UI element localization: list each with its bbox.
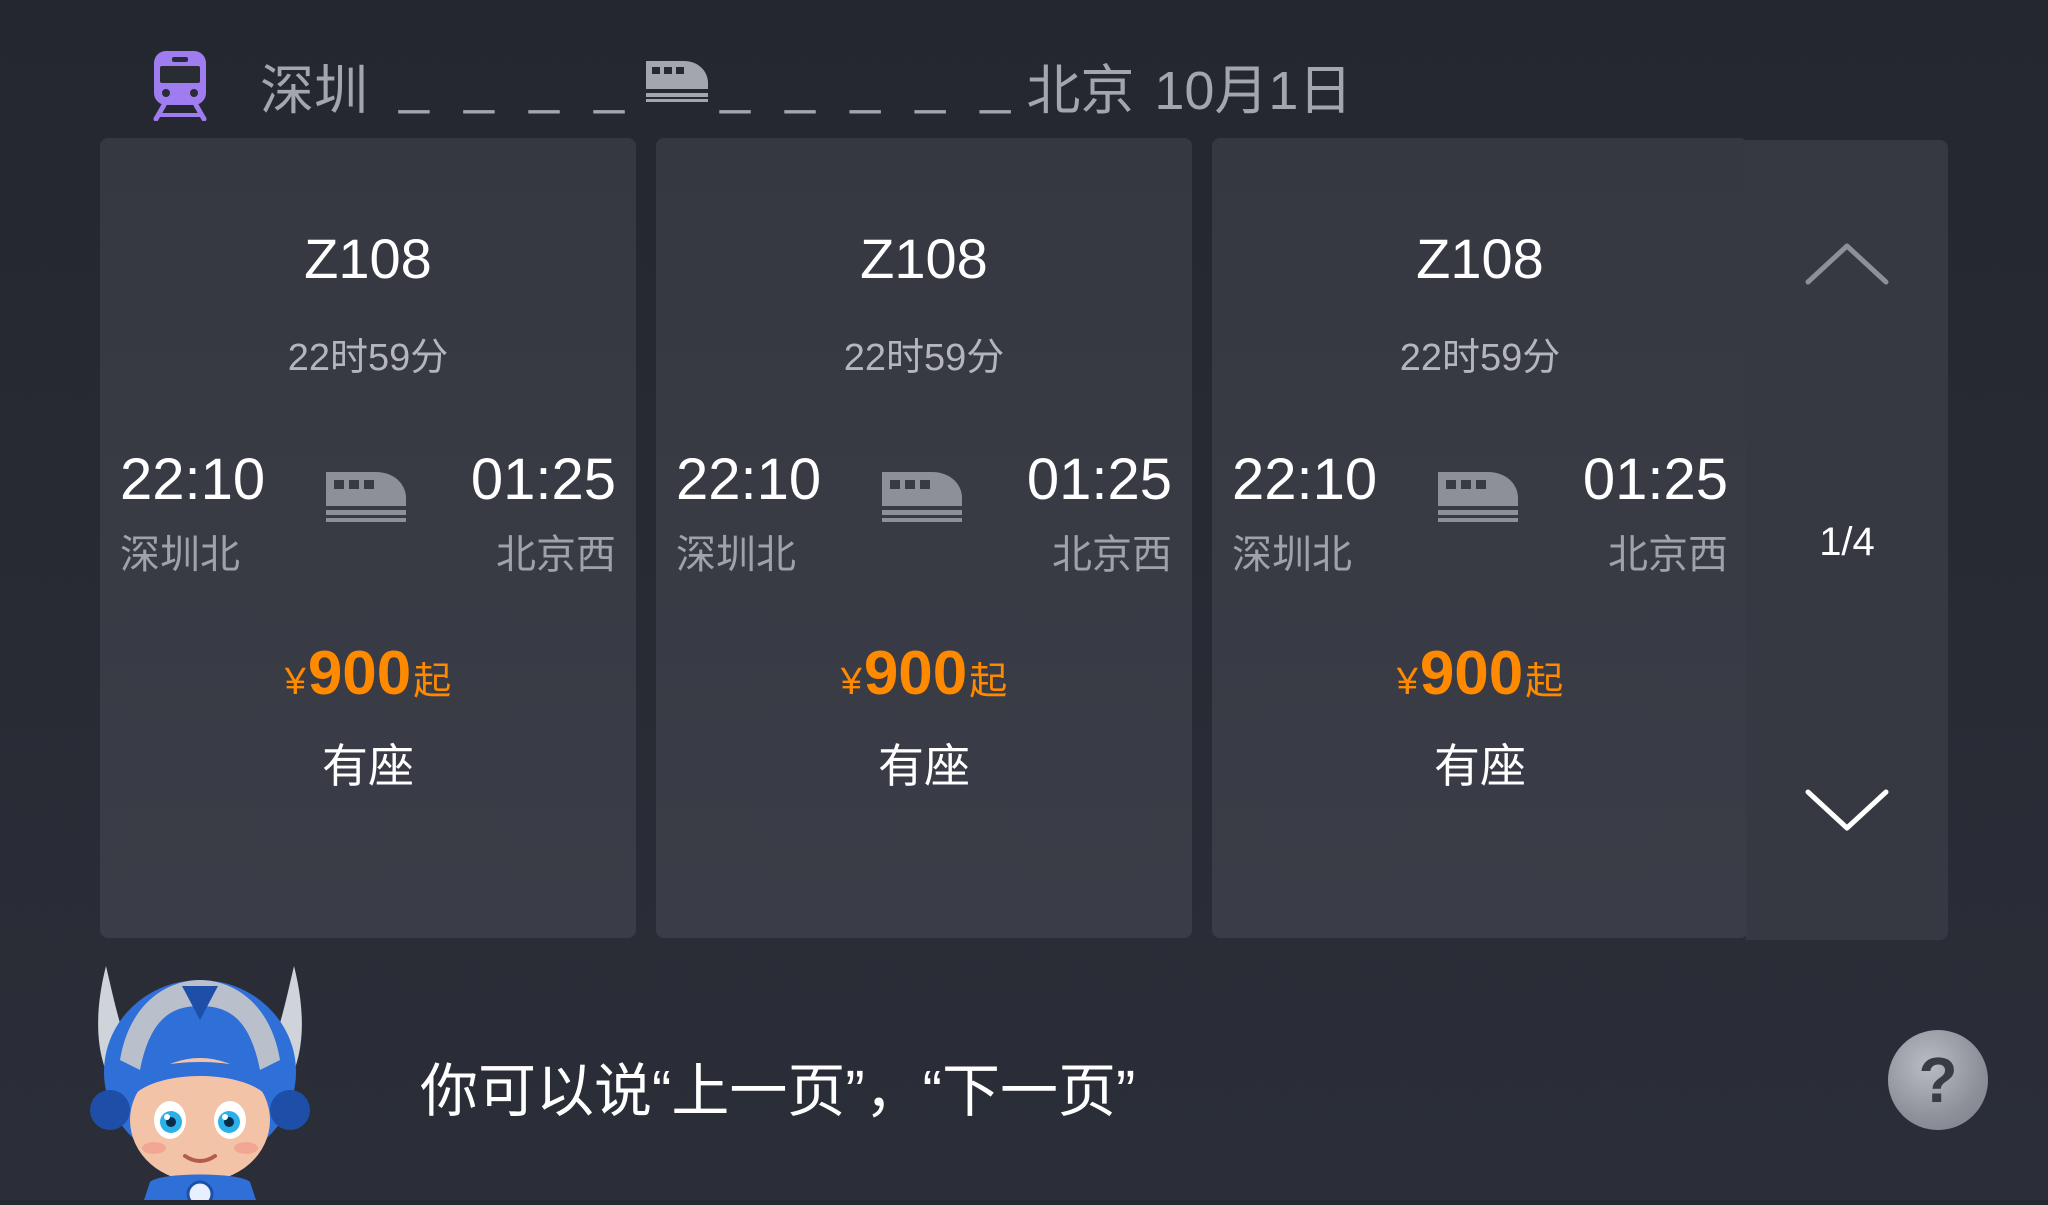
origin-city: 深圳 bbox=[260, 60, 368, 121]
departure-time: 22:10 bbox=[676, 447, 822, 512]
robot-mascot bbox=[70, 960, 330, 1205]
bullet-train-icon bbox=[880, 470, 964, 529]
trip-duration: 22时59分 bbox=[287, 337, 449, 379]
train-card[interactable]: Z108 22时59分 22:10 深圳北 01:25 北京西 ¥900起 有座 bbox=[656, 138, 1192, 938]
train-card[interactable]: Z108 22时59分 22:10 深圳北 01:25 北京西 ¥900起 有座 bbox=[1212, 138, 1748, 938]
departure-station: 深圳北 bbox=[120, 533, 240, 577]
chevron-down-icon bbox=[1805, 789, 1889, 831]
arrival-station: 北京西 bbox=[1608, 533, 1728, 577]
chevron-up-icon bbox=[1805, 243, 1889, 285]
route-line: _ _ _ _ _ bbox=[720, 55, 1021, 115]
page-up-button[interactable] bbox=[1804, 234, 1890, 294]
ticket-price: ¥900起 bbox=[100, 638, 636, 709]
route-line: _ _ _ _ bbox=[374, 55, 635, 115]
price-suffix: 起 bbox=[1525, 661, 1564, 703]
arrival-station: 北京西 bbox=[496, 533, 616, 577]
help-button[interactable]: ? bbox=[1888, 1030, 1988, 1130]
page-indicator: 1/4 bbox=[1819, 520, 1875, 564]
ticket-price: ¥900起 bbox=[1212, 638, 1748, 709]
price-currency: ¥ bbox=[840, 661, 862, 703]
departure-station: 深圳北 bbox=[676, 533, 796, 577]
price-suffix: 起 bbox=[413, 661, 452, 703]
train-card[interactable]: Z108 22时59分 22:10 深圳北 01:25 北京西 ¥900起 有座 bbox=[100, 138, 636, 938]
voice-hint: 你可以说“上一页”，“下一页” bbox=[420, 1059, 1136, 1124]
price-value: 900 bbox=[1419, 639, 1524, 708]
arrival-time: 01:25 bbox=[470, 447, 616, 512]
departure-time: 22:10 bbox=[120, 447, 266, 512]
price-value: 900 bbox=[307, 639, 412, 708]
train-number: Z108 bbox=[304, 227, 432, 290]
pagination-panel: 1/4 bbox=[1746, 140, 1948, 940]
price-suffix: 起 bbox=[969, 661, 1008, 703]
travel-date: 10月1日 bbox=[1154, 60, 1353, 121]
train-number: Z108 bbox=[1416, 227, 1544, 290]
train-number: Z108 bbox=[860, 227, 988, 290]
bullet-train-icon bbox=[644, 54, 710, 116]
ticket-price: ¥900起 bbox=[656, 638, 1192, 709]
trip-duration: 22时59分 bbox=[843, 337, 1005, 379]
seat-status: 有座 bbox=[878, 740, 970, 792]
arrival-time: 01:25 bbox=[1582, 447, 1728, 512]
seat-status: 有座 bbox=[1434, 740, 1526, 792]
page-down-button[interactable] bbox=[1804, 780, 1890, 840]
seat-status: 有座 bbox=[322, 740, 414, 792]
trip-duration: 22时59分 bbox=[1399, 337, 1561, 379]
departure-time: 22:10 bbox=[1232, 447, 1378, 512]
bullet-train-icon bbox=[324, 470, 408, 529]
departure-station: 深圳北 bbox=[1232, 533, 1352, 577]
route-header: 深圳 _ _ _ _ _ _ _ _ _ 北京 10月1日 bbox=[140, 40, 1352, 130]
help-icon: ? bbox=[1918, 1044, 1958, 1116]
train-icon bbox=[140, 45, 220, 125]
arrival-time: 01:25 bbox=[1026, 447, 1172, 512]
destination-city: 北京 bbox=[1026, 60, 1135, 121]
price-currency: ¥ bbox=[284, 661, 306, 703]
price-value: 900 bbox=[863, 639, 968, 708]
arrival-station: 北京西 bbox=[1052, 533, 1172, 577]
route-text: 深圳 _ _ _ _ _ _ _ _ _ 北京 10月1日 bbox=[260, 46, 1352, 125]
bullet-train-icon bbox=[1436, 470, 1520, 529]
price-currency: ¥ bbox=[1396, 661, 1418, 703]
